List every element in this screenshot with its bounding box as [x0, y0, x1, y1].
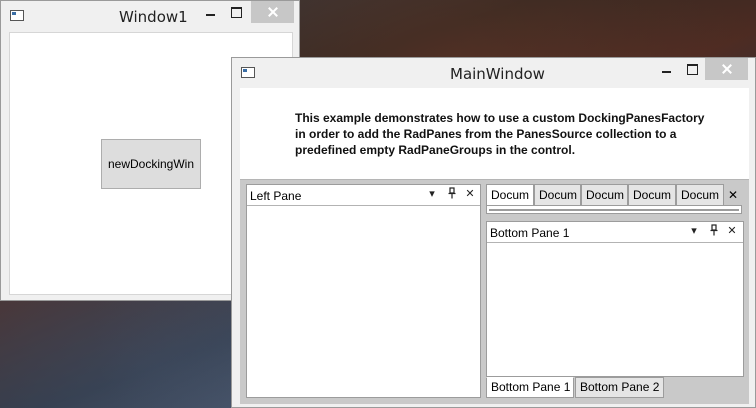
menu-dropdown-icon[interactable]: ▾	[425, 187, 439, 201]
pin-icon[interactable]	[707, 224, 721, 238]
close-icon[interactable]: ✕	[725, 224, 739, 238]
bottom-pane-tab-2[interactable]: Bottom Pane 2	[575, 377, 664, 398]
bottom-pane-tab-1[interactable]: Bottom Pane 1	[486, 377, 574, 398]
example-description: This example demonstrates how to use a c…	[295, 111, 705, 157]
close-button[interactable]	[705, 58, 748, 80]
document-tab[interactable]: Docum	[486, 184, 534, 206]
window1-titlebar[interactable]: Window1	[1, 1, 299, 31]
left-pane: Left Pane ▾ ✕	[246, 184, 481, 398]
menu-dropdown-icon[interactable]: ▾	[687, 224, 701, 238]
window-icon	[10, 10, 24, 21]
close-button[interactable]	[251, 1, 294, 23]
main-window: MainWindow This example demonstrates how…	[231, 57, 756, 408]
maximize-button[interactable]	[225, 1, 247, 23]
document-tab[interactable]: Docum	[676, 184, 724, 206]
main-window-title: MainWindow	[450, 65, 545, 83]
document-tab[interactable]: Docum	[628, 184, 676, 206]
docking-area: Left Pane ▾ ✕ Docum Docum Docum Docum Do…	[240, 179, 749, 404]
minimize-button[interactable]	[199, 1, 221, 23]
document-pane-group: Docum Docum Docum Docum Docum ✕	[486, 184, 744, 214]
window-icon	[241, 67, 255, 78]
bottom-pane: Bottom Pane 1 ▾ ✕	[486, 221, 744, 377]
document-content	[486, 205, 742, 214]
main-window-client-area: This example demonstrates how to use a c…	[240, 88, 749, 404]
close-icon[interactable]: ✕	[463, 187, 477, 201]
close-icon[interactable]: ✕	[726, 187, 740, 203]
bottom-pane-header[interactable]: Bottom Pane 1 ▾ ✕	[487, 222, 743, 243]
pin-icon[interactable]	[445, 187, 459, 201]
left-pane-title: Left Pane	[250, 189, 302, 203]
minimize-button[interactable]	[655, 58, 677, 80]
maximize-button[interactable]	[681, 58, 703, 80]
bottom-pane-tabs: Bottom Pane 1 Bottom Pane 2	[486, 377, 744, 399]
new-docking-window-button[interactable]: newDockingWin	[101, 139, 201, 189]
window1-title: Window1	[119, 8, 188, 26]
bottom-pane-title: Bottom Pane 1	[490, 226, 570, 240]
document-tab[interactable]: Docum	[534, 184, 581, 206]
left-pane-header[interactable]: Left Pane ▾ ✕	[247, 185, 480, 206]
main-window-titlebar[interactable]: MainWindow	[232, 58, 755, 88]
document-tab[interactable]: Docum	[581, 184, 628, 206]
